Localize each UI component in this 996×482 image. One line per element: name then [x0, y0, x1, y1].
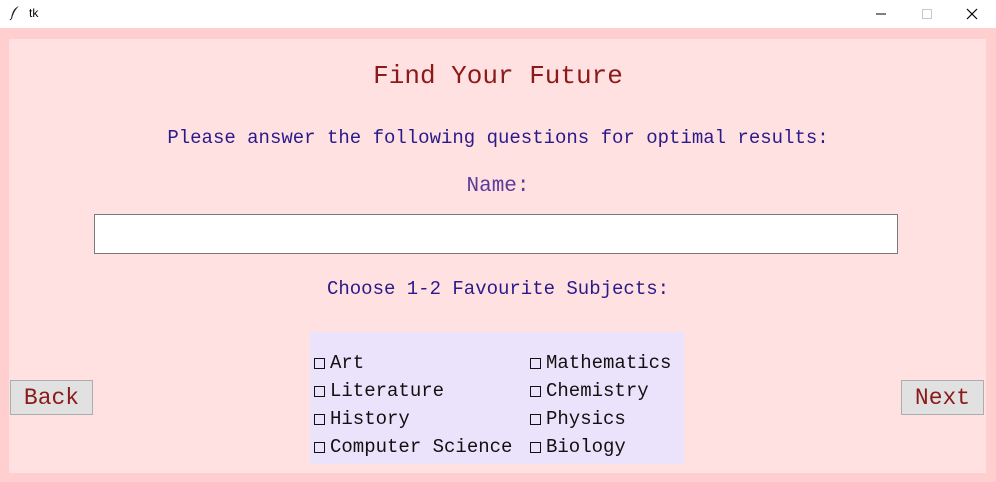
subject-label: Physics [546, 408, 626, 430]
checkbox-box[interactable] [314, 357, 325, 369]
instructions-text: Please answer the following questions fo… [167, 127, 829, 149]
maximize-button[interactable] [904, 0, 950, 28]
subject-checkbox-physics[interactable]: Physics [530, 407, 626, 431]
subject-label: Literature [330, 380, 445, 402]
maximize-icon [922, 9, 932, 19]
checkbox-box[interactable] [530, 385, 541, 397]
back-button[interactable]: Back [10, 380, 93, 415]
subjects-label: Choose 1-2 Favourite Subjects: [326, 278, 670, 300]
title-bar: tk [0, 0, 996, 28]
close-icon [966, 8, 978, 20]
name-input[interactable] [94, 214, 898, 254]
checkbox-box[interactable] [530, 357, 541, 369]
minimize-button[interactable] [858, 0, 904, 28]
subject-checkbox-history[interactable]: History [314, 407, 410, 431]
subject-label: Mathematics [546, 352, 672, 374]
subject-checkbox-literature[interactable]: Literature [314, 379, 444, 403]
minimize-icon [876, 13, 886, 15]
subject-label: Art [330, 352, 365, 374]
checkbox-box[interactable] [530, 441, 541, 453]
subject-checkbox-biology[interactable]: Biology [530, 435, 626, 459]
name-label: Name: [466, 175, 530, 198]
next-button[interactable]: Next [901, 380, 984, 415]
subject-checkbox-computer-science[interactable]: Computer Science [314, 435, 512, 459]
subject-checkbox-chemistry[interactable]: Chemistry [530, 379, 649, 403]
subject-checkbox-art[interactable]: Art [314, 351, 364, 375]
window-title: tk [29, 6, 39, 20]
subject-checkbox-mathematics[interactable]: Mathematics [530, 351, 671, 375]
checkbox-box[interactable] [314, 385, 325, 397]
subject-label: Biology [546, 436, 626, 458]
checkbox-box[interactable] [314, 413, 325, 425]
subject-label: Chemistry [546, 380, 649, 402]
subject-label: Computer Science [330, 436, 513, 458]
feather-icon [8, 5, 22, 21]
checkbox-box[interactable] [314, 441, 325, 453]
subject-label: History [330, 408, 410, 430]
checkbox-box[interactable] [530, 413, 541, 425]
close-button[interactable] [949, 0, 995, 28]
page-title: Find Your Future [373, 61, 623, 91]
